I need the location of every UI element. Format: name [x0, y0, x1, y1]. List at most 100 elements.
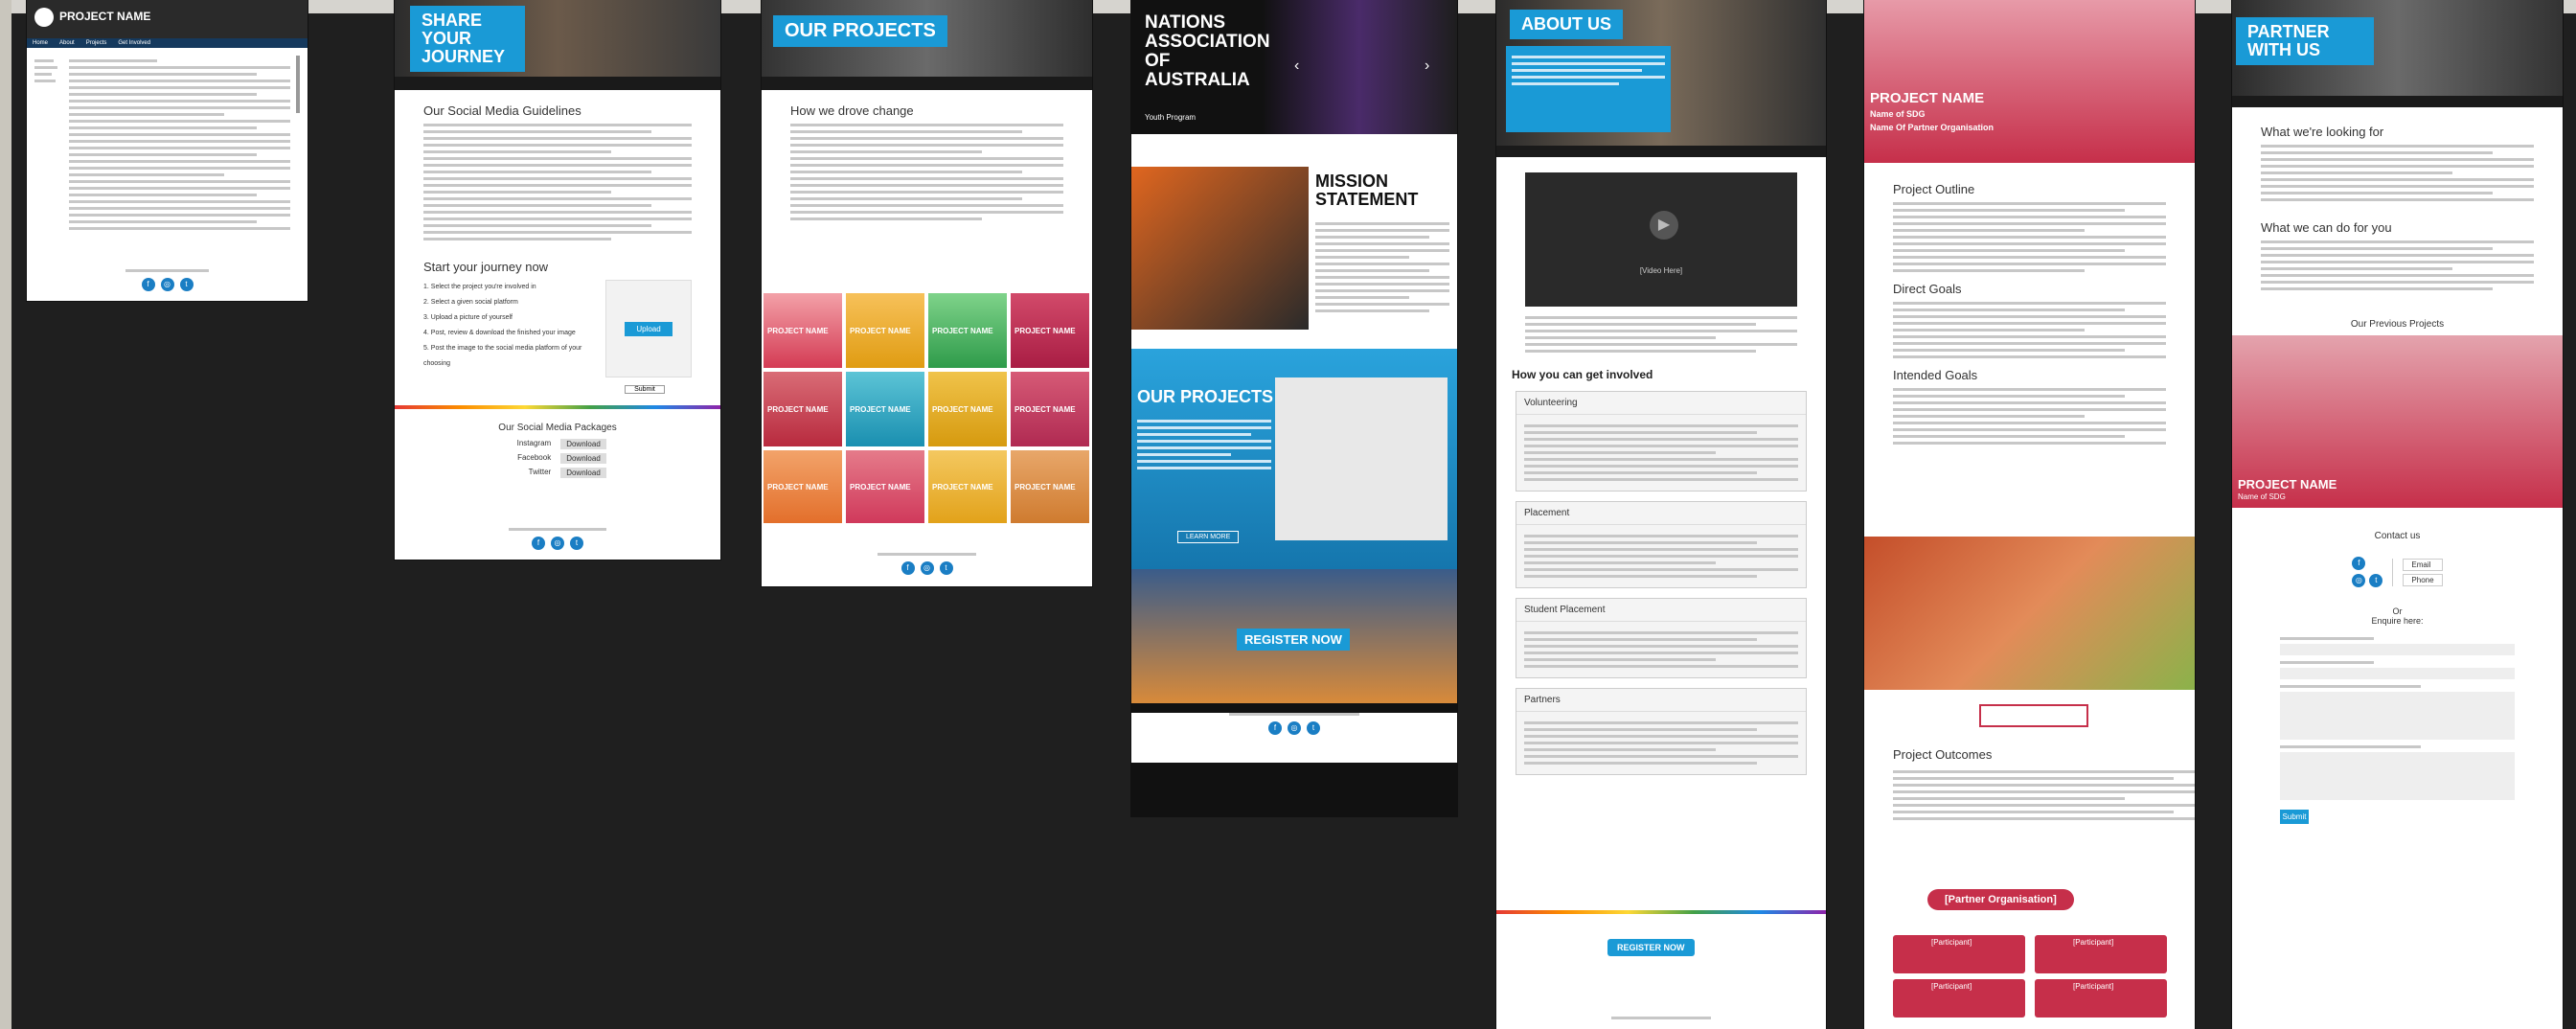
nav-home[interactable]: Home: [33, 38, 48, 48]
submit-button[interactable]: Submit: [2280, 810, 2309, 824]
project-tile[interactable]: PROJECT NAME: [928, 372, 1007, 446]
section-title: Our Social Media Guidelines: [423, 103, 581, 118]
learn-more-button[interactable]: LEARN MORE: [1177, 531, 1240, 543]
hero-banner: OUR PROJECTS: [762, 0, 1092, 77]
submit-button[interactable]: Submit: [625, 385, 665, 394]
step: 2. Select a given social platform: [423, 299, 518, 306]
download-button[interactable]: Download: [560, 439, 606, 449]
hero-subtitle: Youth Program: [1145, 113, 1197, 122]
project-tile[interactable]: PROJECT NAME: [764, 293, 842, 368]
facebook-icon[interactable]: f: [900, 561, 915, 575]
instagram-icon[interactable]: ◎: [1288, 721, 1301, 735]
project-tile[interactable]: PROJECT NAME: [1011, 372, 1089, 446]
twitter-icon[interactable]: t: [2369, 574, 2383, 587]
partner-button[interactable]: [Partner Organisation]: [1927, 889, 2074, 910]
hero-banner: NATIONS ASSOCIATION OF AUSTRALIA Youth P…: [1131, 0, 1457, 134]
facebook-icon[interactable]: f: [1268, 721, 1282, 735]
accordion-placement[interactable]: Placement: [1516, 501, 1807, 588]
accordion-volunteering[interactable]: Volunteering: [1516, 391, 1807, 492]
phone-link[interactable]: Phone: [2403, 573, 2443, 586]
section-title: Our Social Media Packages: [498, 423, 617, 433]
form-textarea[interactable]: [2280, 752, 2515, 800]
form-input[interactable]: [2280, 644, 2515, 655]
form-input[interactable]: [2280, 668, 2515, 679]
or-label: Or: [2392, 606, 2403, 616]
section-title: OUR PROJECTS: [1137, 387, 1274, 406]
sdg-name: Name of SDG: [2238, 492, 2286, 501]
step: 4. Post, review & download the finished …: [423, 330, 576, 336]
hero-banner: PARTNER WITH US: [2232, 0, 2563, 96]
twitter-icon[interactable]: t: [179, 278, 194, 291]
section-title: Start your journey now: [423, 260, 549, 274]
section-title: Project Outcomes: [1893, 747, 1993, 762]
participant-card[interactable]: [Participant]: [1893, 979, 2025, 1018]
email-link[interactable]: Email: [2403, 558, 2443, 571]
project-title: PROJECT NAME: [2238, 477, 2337, 492]
step: 3. Upload a picture of yourself: [423, 314, 513, 321]
project-tile[interactable]: PROJECT NAME: [1011, 293, 1089, 368]
pack-name: Twitter: [528, 468, 552, 476]
page-title: PROJECT NAME: [59, 10, 151, 23]
project-tile[interactable]: PROJECT NAME: [846, 372, 924, 446]
artboard-our-projects[interactable]: OUR PROJECTS How we drove change PROJECT…: [762, 0, 1092, 586]
scrollbar[interactable]: [296, 56, 300, 113]
twitter-icon[interactable]: t: [570, 537, 583, 550]
facebook-icon[interactable]: f: [141, 278, 155, 291]
project-tile[interactable]: PROJECT NAME: [1011, 450, 1089, 523]
hero-title: OUR PROJECTS: [773, 15, 947, 47]
project-tile[interactable]: PROJECT NAME: [928, 450, 1007, 523]
upload-area[interactable]: Upload: [605, 280, 692, 377]
carousel-image[interactable]: [1864, 537, 2195, 690]
instagram-icon[interactable]: ◎: [920, 561, 934, 575]
section-title: Project Outline: [1893, 182, 1975, 196]
guidelines-text: [395, 124, 720, 240]
pack-name: Instagram: [516, 439, 552, 447]
step: 1. Select the project you're involved in: [423, 284, 536, 290]
artboard-about-us[interactable]: ABOUT US ▶ [Video Here] How you can get …: [1496, 0, 1826, 1029]
hero-title: PROJECT NAME: [1870, 90, 1985, 106]
register-button[interactable]: REGISTER NOW: [1607, 939, 1695, 956]
carousel-next-icon[interactable]: ›: [1425, 57, 1429, 75]
project-tile[interactable]: PROJECT NAME: [846, 293, 924, 368]
project-tile[interactable]: PROJECT NAME: [764, 372, 842, 446]
hero-title: NATIONS ASSOCIATION OF AUSTRALIA: [1145, 12, 1270, 90]
form-textarea[interactable]: [2280, 692, 2515, 740]
artboard-share-journey[interactable]: SHARE YOUR JOURNEY Our Social Media Guid…: [395, 0, 720, 560]
artboard-partner-with-us[interactable]: PARTNER WITH US What we're looking for W…: [2232, 0, 2563, 1029]
project-tile[interactable]: PROJECT NAME: [764, 450, 842, 523]
play-icon[interactable]: ▶: [1650, 211, 1678, 240]
instagram-icon[interactable]: ◎: [160, 278, 174, 291]
step: 5. Post the image to the social media pl…: [423, 345, 582, 367]
facebook-icon[interactable]: f: [2352, 557, 2366, 570]
nav-get-involved[interactable]: Get Involved: [118, 38, 150, 48]
twitter-icon[interactable]: t: [939, 561, 953, 575]
facebook-icon[interactable]: f: [532, 537, 545, 550]
download-button[interactable]: Download: [560, 453, 606, 464]
upload-button[interactable]: Upload: [625, 321, 672, 336]
instagram-icon[interactable]: ◎: [2352, 574, 2366, 587]
participant-card[interactable]: [Participant]: [2035, 979, 2167, 1018]
section-title: Intended Goals: [1893, 368, 1978, 382]
artboard-landing[interactable]: NATIONS ASSOCIATION OF AUSTRALIA Youth P…: [1131, 0, 1457, 816]
hero-banner: ABOUT US: [1496, 0, 1826, 146]
video-placeholder[interactable]: ▶ [Video Here]: [1525, 172, 1797, 307]
section-title: Our Previous Projects: [2350, 319, 2445, 330]
mission-title: MISSION STATEMENT: [1315, 172, 1419, 209]
register-button[interactable]: REGISTER NOW: [1237, 629, 1350, 651]
artboard-home-text[interactable]: PROJECT NAME Home About Projects Get Inv…: [27, 0, 308, 301]
project-tile[interactable]: PROJECT NAME: [846, 450, 924, 523]
artboard-project-detail[interactable]: PROJECT NAME Name of SDG Name Of Partner…: [1864, 0, 2195, 1029]
accordion-partners[interactable]: Partners: [1516, 688, 1807, 775]
section-title: How you can get involved: [1512, 368, 1653, 381]
nav-about[interactable]: About: [59, 38, 75, 48]
previous-project-banner[interactable]: PROJECT NAME Name of SDG: [2232, 335, 2563, 508]
participant-card[interactable]: [Participant]: [2035, 935, 2167, 973]
participant-card[interactable]: [Participant]: [1893, 935, 2025, 973]
accordion-student-placement[interactable]: Student Placement: [1516, 598, 1807, 678]
project-tile[interactable]: PROJECT NAME: [928, 293, 1007, 368]
download-button[interactable]: Download: [560, 468, 606, 478]
carousel-prev-icon[interactable]: ‹: [1294, 57, 1299, 75]
instagram-icon[interactable]: ◎: [551, 537, 564, 550]
nav-projects[interactable]: Projects: [86, 38, 107, 48]
twitter-icon[interactable]: t: [1307, 721, 1320, 735]
